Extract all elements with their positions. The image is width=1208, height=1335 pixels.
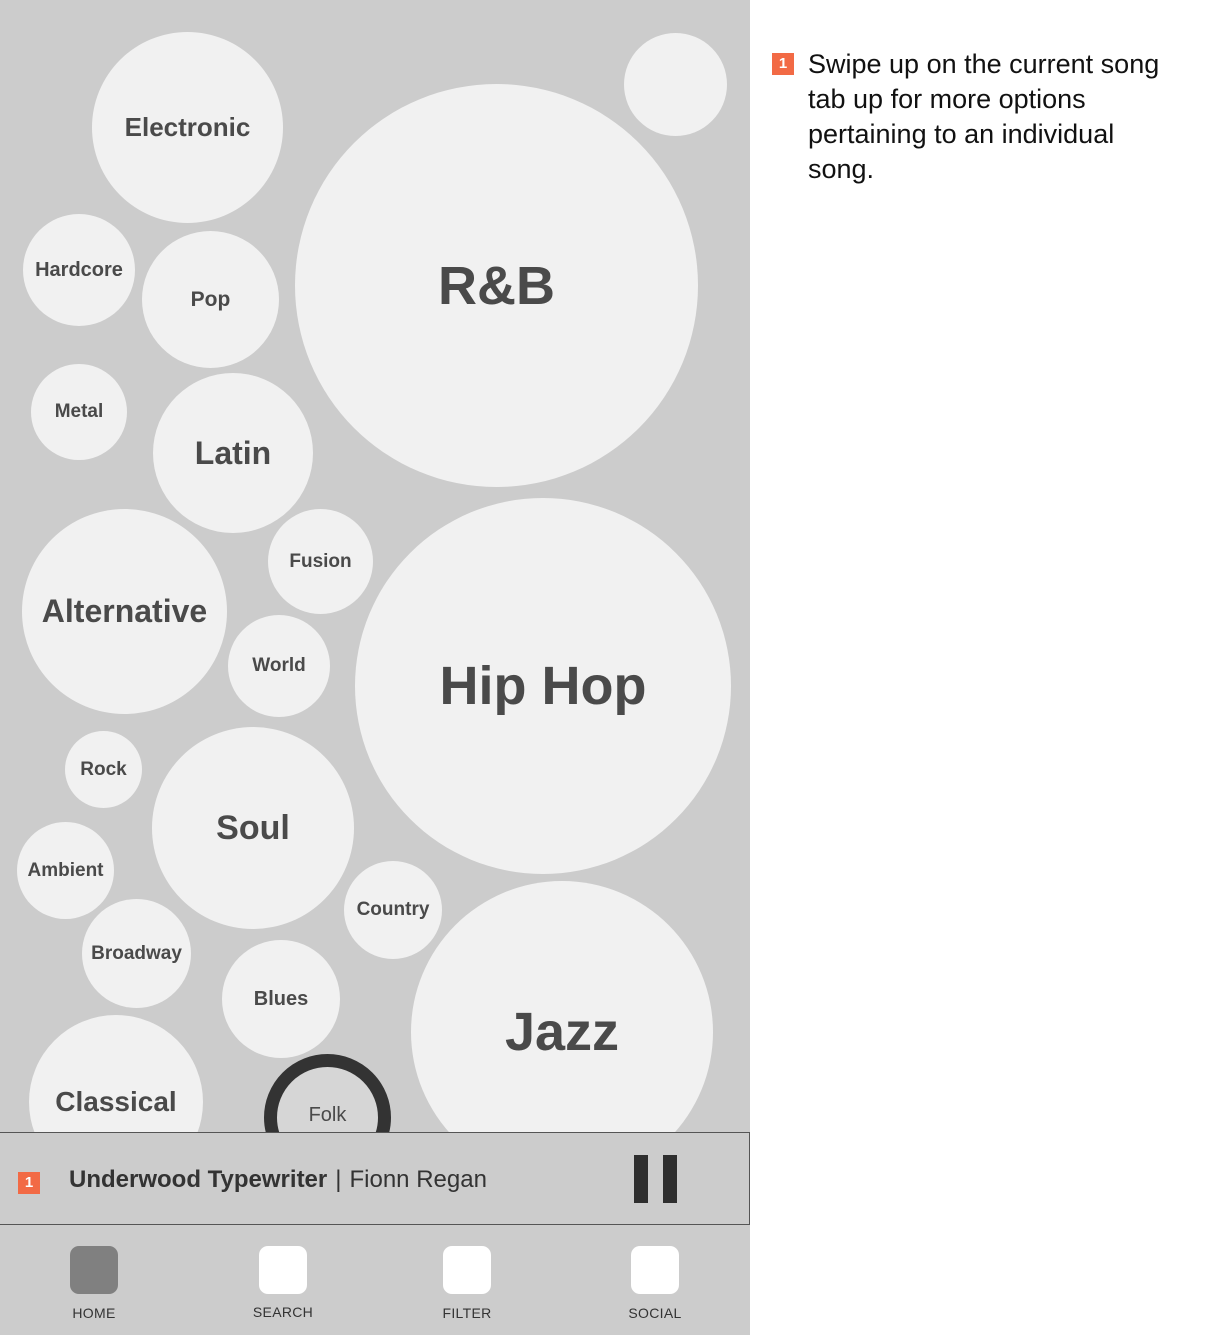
pause-icon bbox=[634, 1155, 648, 1203]
artist-name: Fionn Regan bbox=[349, 1166, 487, 1193]
genre-label: Hardcore bbox=[35, 258, 123, 281]
genre-bubble-broadway[interactable]: Broadway bbox=[82, 899, 191, 1008]
genre-label: Rock bbox=[80, 758, 127, 780]
genre-bubble-latin[interactable]: Latin bbox=[153, 373, 313, 533]
genre-label: Broadway bbox=[91, 942, 182, 964]
genre-bubble-fusion[interactable]: Fusion bbox=[268, 509, 373, 614]
genre-label: Fusion bbox=[289, 550, 352, 572]
title-separator: | bbox=[335, 1166, 342, 1193]
tab-social[interactable]: SOCIAL bbox=[595, 1225, 715, 1335]
genre-label: Blues bbox=[253, 987, 309, 1010]
genre-bubble-blues[interactable]: Blues bbox=[222, 940, 340, 1058]
genre-bubble-map: Electronic R&B Hardcore Pop Metal Latin … bbox=[0, 0, 750, 1133]
callout-badge: 1 bbox=[18, 1172, 40, 1194]
tab-label: HOME bbox=[72, 1305, 116, 1321]
genre-bubble-electronic[interactable]: Electronic bbox=[92, 32, 283, 223]
genre-bubble-rnb[interactable]: R&B bbox=[295, 84, 698, 487]
genre-label: Hip Hop bbox=[439, 656, 647, 716]
genre-label: Soul bbox=[216, 808, 290, 847]
app-screen: Electronic R&B Hardcore Pop Metal Latin … bbox=[0, 0, 750, 1335]
genre-label: Metal bbox=[54, 401, 104, 422]
social-icon bbox=[631, 1246, 679, 1294]
genre-bubble-classical[interactable]: Classical bbox=[29, 1015, 203, 1133]
genre-label: Country bbox=[356, 899, 430, 920]
now-playing-text: Underwood Typewriter | Fionn Regan bbox=[69, 1166, 487, 1194]
genre-label: Alternative bbox=[41, 593, 208, 629]
tab-search[interactable]: SEARCH bbox=[223, 1225, 343, 1335]
song-title: Underwood Typewriter bbox=[69, 1166, 328, 1193]
genre-bubble-jazz[interactable]: Jazz bbox=[411, 881, 713, 1133]
genre-bubble-folk-playing[interactable]: Folk bbox=[264, 1054, 391, 1133]
annotation-text: Swipe up on the current song tab up for … bbox=[808, 49, 1160, 184]
genre-label: World bbox=[252, 655, 306, 676]
genre-bubble-pop[interactable]: Pop bbox=[142, 231, 279, 368]
callout-badge: 1 bbox=[772, 53, 794, 75]
home-icon bbox=[70, 1246, 118, 1294]
genre-label: Jazz bbox=[504, 1002, 620, 1062]
genre-bubble-rock[interactable]: Rock bbox=[65, 731, 142, 808]
genre-bubble-hiphop[interactable]: Hip Hop bbox=[355, 498, 731, 874]
genre-label: Electronic bbox=[124, 112, 251, 142]
genre-bubble-world[interactable]: World bbox=[228, 615, 330, 717]
tab-label: SEARCH bbox=[252, 1304, 314, 1320]
genre-label: Latin bbox=[194, 434, 272, 471]
pause-icon bbox=[663, 1155, 677, 1203]
pause-button[interactable] bbox=[634, 1155, 678, 1203]
genre-label: R&B bbox=[438, 255, 555, 316]
genre-bubble-ambient[interactable]: Ambient bbox=[17, 822, 114, 919]
tab-filter[interactable]: FILTER bbox=[407, 1225, 527, 1335]
genre-bubble-metal[interactable]: Metal bbox=[31, 364, 127, 460]
genre-label: Classical bbox=[55, 1086, 177, 1117]
tab-label: SOCIAL bbox=[628, 1305, 682, 1321]
genre-bubble-hardcore[interactable]: Hardcore bbox=[23, 214, 135, 326]
genre-bubble-alternative[interactable]: Alternative bbox=[22, 509, 227, 714]
genre-bubble-country[interactable]: Country bbox=[344, 861, 442, 959]
tab-home[interactable]: HOME bbox=[34, 1225, 154, 1335]
genre-label: Folk bbox=[308, 1104, 347, 1126]
bottom-tab-bar: HOME SEARCH FILTER SOCIAL bbox=[0, 1225, 750, 1335]
search-icon bbox=[259, 1246, 307, 1294]
now-playing-bar[interactable]: 1 Underwood Typewriter | Fionn Regan bbox=[0, 1132, 750, 1225]
genre-label: Pop bbox=[190, 287, 231, 311]
genre-label: Ambient bbox=[27, 859, 104, 881]
genre-bubble-soul[interactable]: Soul bbox=[152, 727, 354, 929]
genre-bubble-unlabeled[interactable] bbox=[624, 33, 727, 136]
tab-label: FILTER bbox=[442, 1305, 492, 1321]
filter-icon bbox=[443, 1246, 491, 1294]
